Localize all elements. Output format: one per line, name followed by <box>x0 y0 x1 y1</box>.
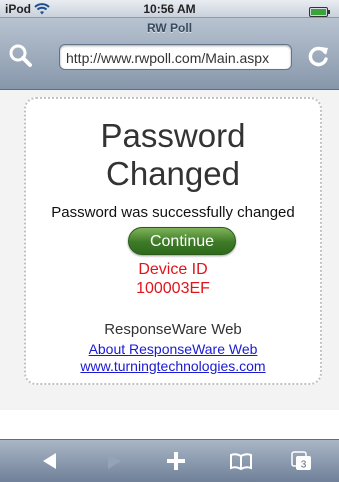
clock-time: 10:56 AM <box>143 2 196 16</box>
pages-icon[interactable]: 3 <box>290 450 314 472</box>
about-link[interactable]: About ResponseWare Web <box>26 341 320 357</box>
success-message: Password was successfully changed <box>51 204 295 221</box>
app-name: ResponseWare Web <box>104 321 242 338</box>
heading-line-2: Changed <box>106 155 240 192</box>
search-icon[interactable] <box>8 43 34 69</box>
device-id-value: 100003EF <box>136 280 210 297</box>
status-bar: iPod 10:56 AM <box>0 0 339 18</box>
website-link[interactable]: www.turningtechnologies.com <box>26 358 320 374</box>
page-title: RW Poll <box>146 21 193 35</box>
device-id-label: Device ID <box>138 261 208 278</box>
page-content: Password Changed Password was successful… <box>0 90 339 410</box>
add-icon[interactable] <box>164 450 188 472</box>
heading-line-1: Password <box>100 117 246 154</box>
page-heading: Password Changed <box>26 117 320 193</box>
back-icon[interactable] <box>38 450 62 472</box>
message-card: Password Changed Password was successful… <box>24 97 322 385</box>
reload-icon[interactable] <box>306 43 332 69</box>
browser-toolbar: 3 <box>0 439 339 482</box>
forward-icon[interactable] <box>102 450 126 472</box>
continue-button[interactable]: Continue <box>128 227 236 255</box>
pages-count: 3 <box>301 460 307 471</box>
bookmarks-icon[interactable] <box>229 450 253 472</box>
address-bar-input[interactable]: http://www.rwpoll.com/Main.aspx <box>59 44 292 70</box>
browser-navbar: RW Poll http://www.rwpoll.com/Main.aspx <box>0 18 339 90</box>
